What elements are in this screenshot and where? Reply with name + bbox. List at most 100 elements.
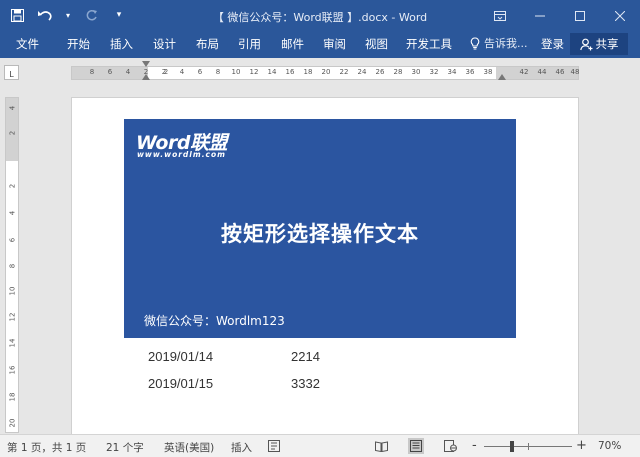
share-person-icon — [579, 38, 592, 50]
undo-dropdown[interactable]: ▾ — [64, 6, 72, 24]
tell-me-label: 告诉我... — [484, 37, 528, 50]
print-layout-icon — [410, 440, 422, 452]
ruler-number: 12 — [8, 312, 17, 322]
zoom-in-button[interactable]: + — [576, 438, 587, 453]
row-date[interactable]: 2019/01/14 — [148, 349, 213, 364]
first-line-indent-marker[interactable] — [142, 61, 150, 67]
login-button[interactable]: 登录 — [541, 36, 564, 52]
right-indent-marker[interactable] — [498, 74, 506, 80]
ruler-number: 42 — [519, 68, 529, 76]
ruler-number: 44 — [537, 68, 547, 76]
ruler-number: 34 — [447, 68, 457, 76]
undo-button[interactable] — [36, 6, 54, 24]
row-value[interactable]: 2214 — [291, 349, 320, 364]
ruler-number: 26 — [375, 68, 385, 76]
ruler-number: 4 — [8, 105, 17, 111]
read-mode-button[interactable] — [373, 438, 389, 454]
macro-record-icon — [268, 440, 280, 452]
print-layout-button[interactable] — [408, 438, 424, 454]
ruler-number: 2 — [8, 130, 17, 136]
maximize-button[interactable] — [560, 0, 600, 31]
word-count[interactable]: 21 个字 — [106, 440, 144, 455]
minimize-button[interactable] — [520, 0, 560, 31]
undo-icon — [38, 10, 52, 21]
zoom-slider-thumb[interactable] — [510, 441, 514, 452]
ruler-number: 14 — [267, 68, 277, 76]
tab-design[interactable]: 设计 — [153, 36, 176, 52]
banner-image[interactable]: Word联盟 www.wordlm.com 按矩形选择操作文本 微信公众号：Wo… — [124, 119, 516, 338]
ruler-number: 8 — [215, 68, 221, 76]
ribbon-display-button[interactable] — [480, 0, 520, 31]
ruler-number: 2 — [163, 68, 169, 76]
customize-icon: ▾ — [116, 10, 122, 20]
ruler-number: 8 — [89, 68, 95, 76]
status-bar: 第 1 页，共 1 页 21 个字 英语(美国) 插入 - + 70% — [0, 434, 640, 457]
ruler-number: 4 — [125, 68, 131, 76]
zoom-slider-center-mark — [528, 443, 529, 450]
ruler-number: 18 — [303, 68, 313, 76]
ruler-number: 32 — [429, 68, 439, 76]
ruler-number: 6 — [107, 68, 113, 76]
tab-selector-icon: L — [9, 70, 14, 79]
tab-file[interactable]: 文件 — [16, 36, 39, 52]
ruler-number: 6 — [197, 68, 203, 76]
ruler-number: 20 — [321, 68, 331, 76]
tab-layout[interactable]: 布局 — [196, 36, 219, 52]
ruler-number: 10 — [8, 286, 17, 296]
tab-selector[interactable]: L — [4, 65, 19, 80]
ruler-number: 12 — [249, 68, 259, 76]
row-value[interactable]: 3332 — [291, 376, 320, 391]
tab-view[interactable]: 视图 — [365, 36, 388, 52]
customize-qat-button[interactable]: ▾ — [110, 6, 128, 24]
tab-insert[interactable]: 插入 — [110, 36, 133, 52]
ruler-number: 2 — [8, 183, 17, 189]
quick-access-toolbar: ▾ ▾ — [8, 6, 128, 24]
ribbon-tabs: 文件 开始 插入 设计 布局 引用 邮件 审阅 视图 开发工具 告诉我... 登… — [0, 31, 640, 58]
tab-review[interactable]: 审阅 — [323, 36, 346, 52]
left-indent-marker[interactable] — [142, 74, 150, 80]
minimize-icon — [535, 15, 545, 16]
ruler-number: 46 — [555, 68, 565, 76]
title-bar: ▾ ▾ 【 微信公众号：Word联盟 】.docx - Word — [0, 0, 640, 31]
tab-developer[interactable]: 开发工具 — [406, 36, 452, 52]
save-button[interactable] — [8, 6, 26, 24]
web-layout-icon — [443, 440, 457, 452]
insert-mode[interactable]: 插入 — [231, 440, 252, 455]
page-count[interactable]: 第 1 页，共 1 页 — [7, 440, 86, 455]
tab-mailings[interactable]: 邮件 — [281, 36, 304, 52]
vertical-ruler[interactable]: 4 2 2 4 6 8 10 12 14 16 18 20 — [5, 97, 19, 433]
zoom-out-button[interactable]: - — [472, 438, 477, 453]
read-mode-icon — [374, 440, 388, 452]
close-icon — [615, 10, 625, 21]
ruler-number: 20 — [8, 418, 17, 428]
row-date[interactable]: 2019/01/15 — [148, 376, 213, 391]
ruler-number: 14 — [8, 338, 17, 348]
window-controls — [480, 0, 640, 31]
ruler-number: 22 — [339, 68, 349, 76]
ruler-number: 4 — [179, 68, 185, 76]
redo-icon — [86, 9, 97, 20]
ruler-number: 28 — [393, 68, 403, 76]
ruler-number: 16 — [285, 68, 295, 76]
tell-me-box[interactable]: 告诉我... — [470, 35, 528, 51]
tab-home[interactable]: 开始 — [67, 36, 90, 52]
ruler-number: 6 — [8, 237, 17, 243]
redo-button[interactable] — [82, 6, 100, 24]
ruler-number: 4 — [8, 210, 17, 216]
ruler-number: 16 — [8, 365, 17, 375]
ruler-number: 38 — [483, 68, 493, 76]
zoom-level[interactable]: 70% — [598, 440, 621, 452]
web-layout-button[interactable] — [442, 438, 458, 454]
maximize-icon — [575, 10, 585, 21]
ruler-number: 36 — [465, 68, 475, 76]
tab-references[interactable]: 引用 — [238, 36, 261, 52]
language-status[interactable]: 英语(美国) — [164, 440, 214, 455]
macro-record-button[interactable] — [266, 438, 282, 454]
ruler-number: 10 — [231, 68, 241, 76]
share-label: 共享 — [595, 37, 619, 51]
close-button[interactable] — [600, 0, 640, 31]
ruler-number: 30 — [411, 68, 421, 76]
share-button[interactable]: 共享 — [570, 33, 628, 55]
banner-wechat-id: 微信公众号：Wordlm123 — [144, 314, 285, 328]
ruler-number: 8 — [8, 263, 17, 269]
